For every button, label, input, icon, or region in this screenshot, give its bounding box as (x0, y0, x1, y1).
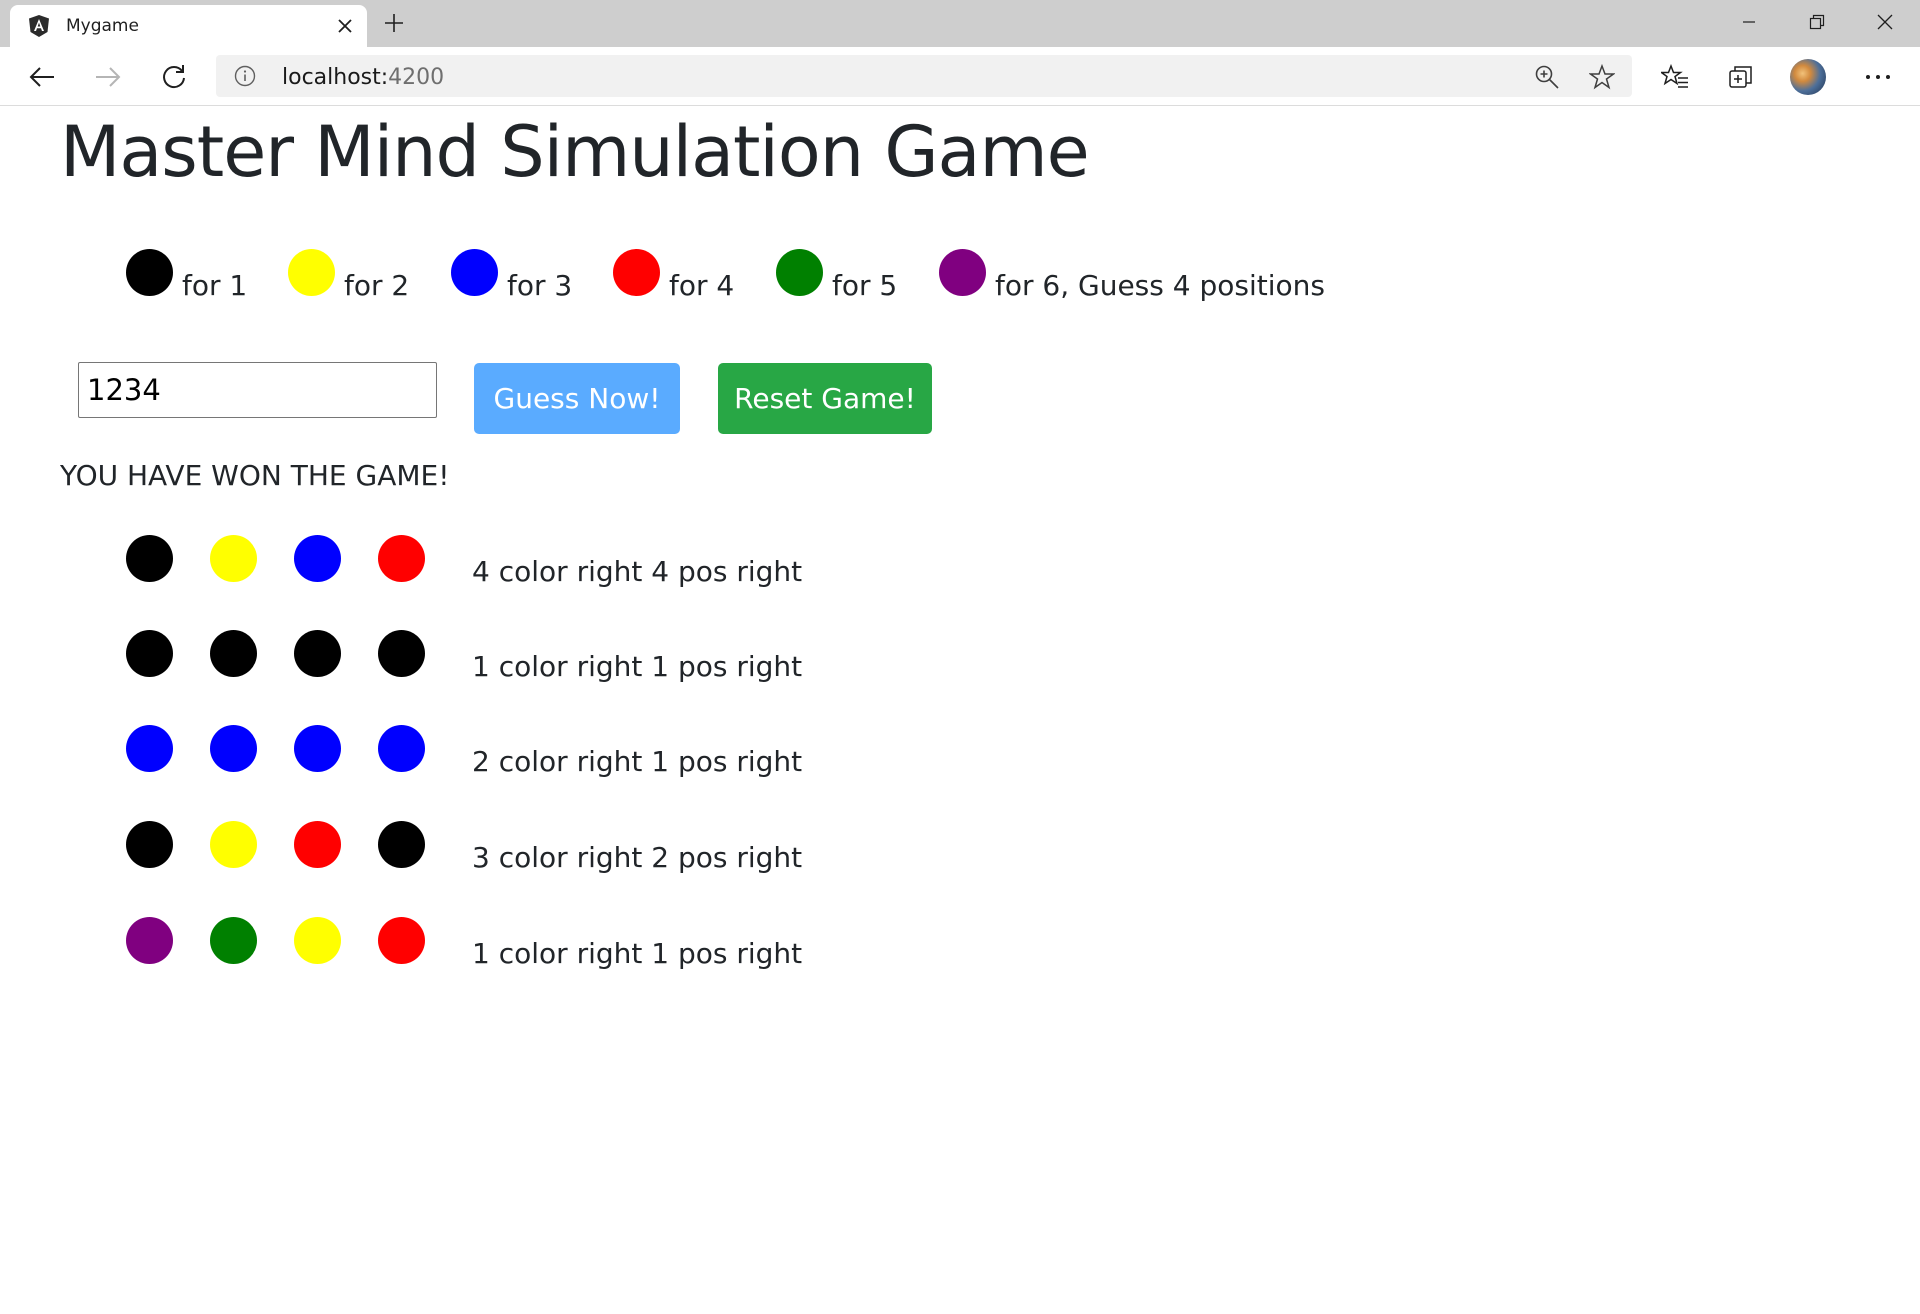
guess-peg (294, 917, 341, 964)
guess-row: 4 color right 4 pos right (0, 535, 900, 595)
guess-now-button[interactable]: Guess Now! (474, 363, 680, 434)
reset-game-button[interactable]: Reset Game! (718, 363, 932, 434)
guess-peg (378, 630, 425, 677)
guess-peg (378, 821, 425, 868)
info-icon[interactable] (234, 65, 256, 87)
new-tab-icon[interactable] (379, 10, 409, 36)
legend-color-dot (451, 249, 498, 296)
close-tab-icon[interactable] (334, 15, 356, 37)
browser-titlebar: Mygame (0, 0, 1920, 47)
guess-row: 3 color right 2 pos right (0, 821, 900, 881)
address-bar[interactable]: localhost:4200 (216, 55, 1632, 97)
legend-label: for 1 (182, 269, 248, 302)
guess-peg (210, 630, 257, 677)
favorite-star-icon[interactable] (1589, 64, 1615, 90)
guess-peg (210, 917, 257, 964)
guess-row: 2 color right 1 pos right (0, 725, 900, 785)
browser-tab[interactable]: Mygame (10, 5, 367, 47)
guess-peg (126, 535, 173, 582)
legend-color-dot (776, 249, 823, 296)
legend-label: for 3 (507, 269, 573, 302)
guess-feedback: 1 color right 1 pos right (472, 650, 803, 683)
guess-peg (126, 630, 173, 677)
forward-arrow-icon[interactable] (89, 58, 127, 96)
legend-label: for 4 (669, 269, 735, 302)
minimize-icon[interactable] (1716, 0, 1782, 44)
legend-label: for 6, Guess 4 positions (995, 269, 1325, 302)
guess-peg (294, 725, 341, 772)
url-port: 4200 (388, 65, 445, 90)
guess-peg (126, 821, 173, 868)
zoom-icon[interactable] (1534, 64, 1560, 90)
guess-peg (378, 535, 425, 582)
page-content: Master Mind Simulation Game for 1 for 2 fo… (0, 107, 1920, 1314)
collections-icon[interactable] (1725, 61, 1757, 93)
angular-logo-icon (29, 15, 49, 37)
guess-row: 1 color right 1 pos right (0, 917, 900, 977)
guess-peg (294, 535, 341, 582)
legend-label: for 5 (832, 269, 898, 302)
legend-label: for 2 (344, 269, 410, 302)
url-text[interactable]: localhost:4200 (282, 65, 444, 90)
guess-input[interactable] (78, 362, 437, 418)
more-options-icon[interactable] (1862, 61, 1894, 93)
page-title: Master Mind Simulation Game (60, 111, 1090, 193)
url-host: localhost: (282, 65, 389, 90)
guess-row: 1 color right 1 pos right (0, 630, 900, 690)
favorites-icon[interactable] (1659, 61, 1691, 93)
close-window-icon[interactable] (1852, 0, 1918, 44)
guess-peg (294, 821, 341, 868)
legend-color-dot (126, 249, 173, 296)
guess-feedback: 3 color right 2 pos right (472, 841, 803, 874)
guess-feedback: 2 color right 1 pos right (472, 745, 803, 778)
legend-color-dot (613, 249, 660, 296)
guess-peg (210, 535, 257, 582)
guess-peg (210, 725, 257, 772)
tab-title: Mygame (66, 16, 139, 36)
legend-color-dot (939, 249, 986, 296)
restore-icon[interactable] (1784, 0, 1850, 44)
guess-peg (378, 917, 425, 964)
guess-peg (294, 630, 341, 677)
back-arrow-icon[interactable] (23, 58, 61, 96)
guess-peg (126, 917, 173, 964)
guess-feedback: 4 color right 4 pos right (472, 555, 803, 588)
guess-feedback: 1 color right 1 pos right (472, 937, 803, 970)
guess-peg (126, 725, 173, 772)
game-status-text: YOU HAVE WON THE GAME! (60, 459, 450, 492)
refresh-icon[interactable] (155, 58, 193, 96)
browser-toolbar: localhost:4200 (0, 47, 1920, 106)
profile-avatar[interactable] (1790, 59, 1826, 95)
guess-peg (378, 725, 425, 772)
legend-color-dot (288, 249, 335, 296)
guess-peg (210, 821, 257, 868)
